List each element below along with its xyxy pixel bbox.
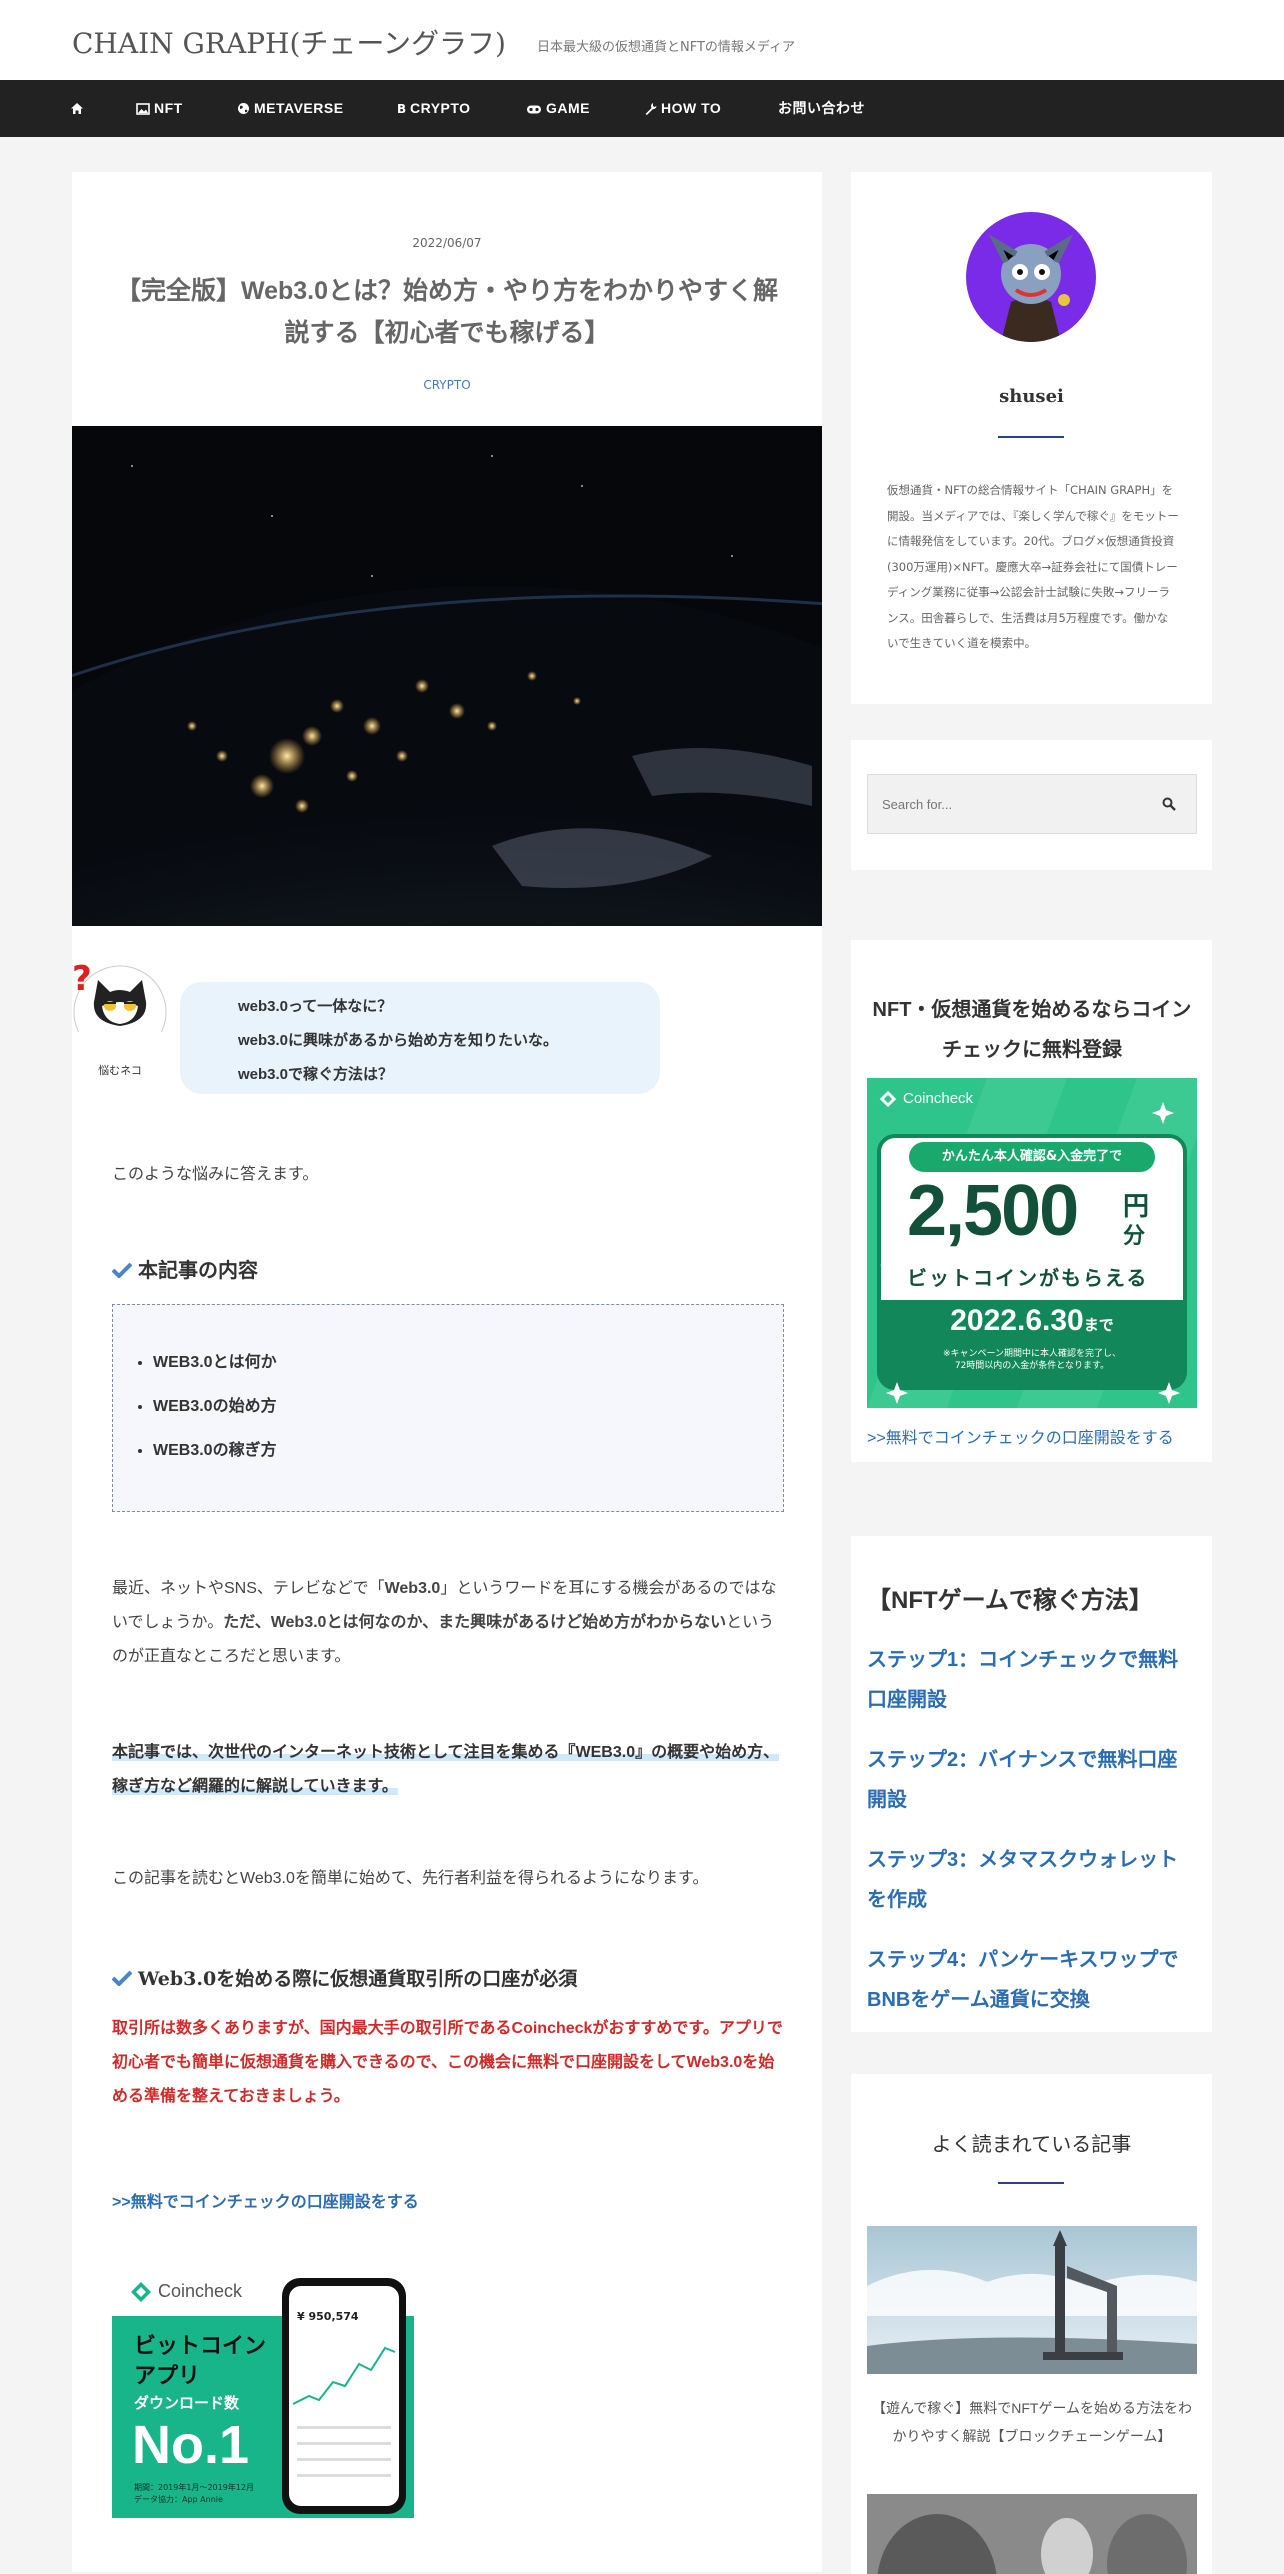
wrench-icon [645, 103, 657, 115]
profile-bio: 仮想通貨・NFTの総合情報サイト「CHAIN GRAPH」を開設。当メディアでは… [887, 483, 1179, 650]
popular-post-title[interactable]: 【遊んで稼ぐ】無料でNFTゲームを始める方法をわかりやすく解説【ブロックチェーン… [867, 2394, 1197, 2450]
nav-crypto[interactable]: B CRYPTO [397, 80, 471, 137]
sparkle-icon [880, 1102, 1180, 1404]
search-widget [851, 740, 1212, 870]
coincheck-logo-icon [131, 2282, 151, 2302]
nav-label: CRYPTO [410, 100, 471, 116]
toc-item: WEB3.0の始め方 [153, 1385, 783, 1429]
nav-home[interactable] [70, 80, 88, 137]
balloon-line: web3.0に興味があるから始め方を知りたいな。 [238, 1032, 559, 1049]
popular-post-thumbnail[interactable] [867, 2226, 1197, 2374]
profile-widget: shusei 仮想通貨・NFTの総合情報サイト「CHAIN GRAPH」を開設。… [851, 172, 1212, 704]
popular-title: よく読まれている記事 [931, 2134, 1132, 2156]
divider [998, 436, 1064, 438]
step-link-2[interactable]: ステップ2：バイナンスで無料口座開設 [867, 1740, 1197, 1820]
ad-note1: 期間：2019年1月～2019年12月 [134, 2483, 254, 2492]
profile-name: shusei [999, 386, 1064, 407]
coincheck-campaign-banner[interactable]: Coincheck かんたん本人確認&入金完了で 2,500 円 分 ビットコイ… [867, 1078, 1197, 1408]
nft-game-title: 【NFTゲームで稼ぐ方法】 [867, 1587, 1153, 1614]
nav-label: GAME [546, 100, 590, 116]
avatar [966, 212, 1096, 342]
toc-item: WEB3.0の稼ぎ方 [153, 1429, 783, 1473]
step-link-3[interactable]: ステップ3：メタマスクウォレットを作成 [867, 1840, 1197, 1920]
nft-game-widget: 【NFTゲームで稼ぐ方法】 ステップ1：コインチェックで無料口座開設 ステップ2… [851, 1536, 1212, 2032]
globe-icon [238, 103, 249, 114]
article-title: 【完全版】Web3.0とは？始め方・やり方をわかりやすく解説する【初心者でも稼げ… [115, 277, 779, 347]
search-input[interactable] [868, 775, 1138, 833]
site-description: 日本最大級の仮想通貨とNFTの情報メディア [537, 40, 796, 55]
search-icon [1162, 797, 1176, 811]
nav-game[interactable]: GAME [526, 80, 590, 137]
phone-balance: ¥ 950,574 [297, 2310, 359, 2323]
check-icon [111, 1970, 133, 1987]
nav-contact[interactable]: お問い合わせ [778, 80, 865, 137]
coincheck-promo-widget: NFT・仮想通貨を始めるならコインチェックに無料登録 Coincheck かんた… [851, 940, 1212, 1462]
main-nav: NFT METAVERSE B CRYPTO GAME HOW TO お問い合わせ [0, 80, 1284, 137]
svg-text:?: ? [72, 962, 92, 999]
para-text: 最近、ネットやSNS、テレビなどで「 [112, 1580, 385, 1597]
para-bold: ただ、Web3.0とは何なのか、また興味があるけど始め方がわからない [223, 1614, 727, 1631]
highlight-text: 本記事では、次世代のインターネット技術として注目を集める『WEB3.0』の概要や… [112, 1744, 780, 1795]
hero-image [72, 426, 822, 926]
toc-heading-text: 本記事の内容 [138, 1260, 258, 1282]
paragraph-intro: 最近、ネットやSNS、テレビなどで「Web3.0」というワードを耳にする機会があ… [112, 1572, 784, 1674]
popular-posts-widget: よく読まれている記事 【遊んで稼ぐ】無料でNFTゲームを始める方法をわかりやすく… [851, 2074, 1212, 2574]
promo-link[interactable]: >>無料でコインチェックの口座開設をする [867, 1424, 1174, 1448]
section-heading: Web3.0を始める際に仮想通貨取引所の口座が必須 [111, 1964, 578, 1991]
search-button[interactable] [1140, 775, 1196, 833]
gamepad-icon [527, 105, 541, 114]
ad-brand: Coincheck [158, 2281, 243, 2301]
nav-label: HOW TO [661, 100, 722, 116]
section-heading-text: Web3.0を始める際に仮想通貨取引所の口座が必須 [138, 1968, 578, 1990]
toc-heading: 本記事の内容 [111, 1254, 258, 1283]
site-header: CHAIN GRAPH(チェーングラフ) 日本最大級の仮想通貨とNFTの情報メデ… [0, 0, 1284, 80]
speaker-avatar: ? 悩むネコ [72, 959, 168, 1078]
category-link[interactable]: CRYPTO [72, 378, 822, 392]
phone-mockup: ¥ 950,574 [282, 2278, 406, 2514]
balloon-line: web3.0って一体なに？ [238, 998, 393, 1015]
home-icon [71, 103, 83, 114]
nav-metaverse[interactable]: METAVERSE [237, 80, 344, 137]
article: 2022/06/07 【完全版】Web3.0とは？始め方・やり方をわかりやすく解… [72, 172, 822, 2572]
step-link-4[interactable]: ステップ4：パンケーキスワップでBNBをゲーム通貨に交換 [867, 1940, 1197, 2020]
avatar-label: 悩むネコ [98, 1064, 142, 1077]
highlight-paragraph: 本記事では、次世代のインターネット技術として注目を集める『WEB3.0』の概要や… [112, 1736, 784, 1804]
nav-label: NFT [154, 100, 183, 116]
bitcoin-icon: B [397, 102, 406, 116]
post-date: 2022/06/07 [412, 236, 482, 250]
ad-note2: データ協力：App Annie [134, 2495, 223, 2504]
promo-title: NFT・仮想通貨を始めるならコインチェックに無料登録 [872, 999, 1192, 1061]
ad-big: No.1 [132, 2415, 250, 2475]
toc-item: WEB3.0とは何か [153, 1341, 783, 1385]
para-bold: Web3.0 [384, 1580, 441, 1597]
nav-nft[interactable]: NFT [136, 80, 183, 137]
nav-label: お問い合わせ [778, 100, 865, 116]
toc-box: WEB3.0とは何か WEB3.0の始め方 WEB3.0の稼ぎ方 [112, 1304, 784, 1512]
speech-balloon: web3.0って一体なに？ web3.0に興味があるから始め方を知りたいな。 w… [180, 982, 660, 1094]
coincheck-app-ad[interactable]: Coincheck ビットコイン アプリ ダウンロード数 No.1 期間：201… [112, 2268, 414, 2518]
coincheck-cta-link[interactable]: >>無料でコインチェックの口座開設をする [112, 2188, 419, 2212]
intro-text: このような悩みに答えます。 [112, 1166, 319, 1183]
ad-line1: ビットコイン [134, 2334, 267, 2359]
step-link-1[interactable]: ステップ1：コインチェックで無料口座開設 [867, 1640, 1197, 1720]
nav-label: METAVERSE [254, 100, 344, 116]
popular-post-thumbnail[interactable] [867, 2494, 1197, 2574]
search-box [867, 774, 1197, 834]
paragraph-benefit: この記事を読むとWeb3.0を簡単に始めて、先行者利益を得られるようになります。 [112, 1870, 709, 1887]
nav-howto[interactable]: HOW TO [644, 80, 721, 137]
recommend-text: 取引所は数多くありますが、国内最大手の取引所であるCoincheckがおすすめで… [112, 2020, 783, 2105]
ad-line3: ダウンロード数 [134, 2394, 240, 2412]
divider [998, 2182, 1064, 2184]
check-icon [111, 1262, 133, 1279]
svg-text:B: B [397, 102, 406, 115]
image-icon [136, 103, 150, 115]
balloon-line: web3.0で稼ぐ方法は？ [238, 1066, 394, 1083]
ad-line2: アプリ [134, 2364, 201, 2389]
site-title[interactable]: CHAIN GRAPH(チェーングラフ) [72, 22, 506, 62]
